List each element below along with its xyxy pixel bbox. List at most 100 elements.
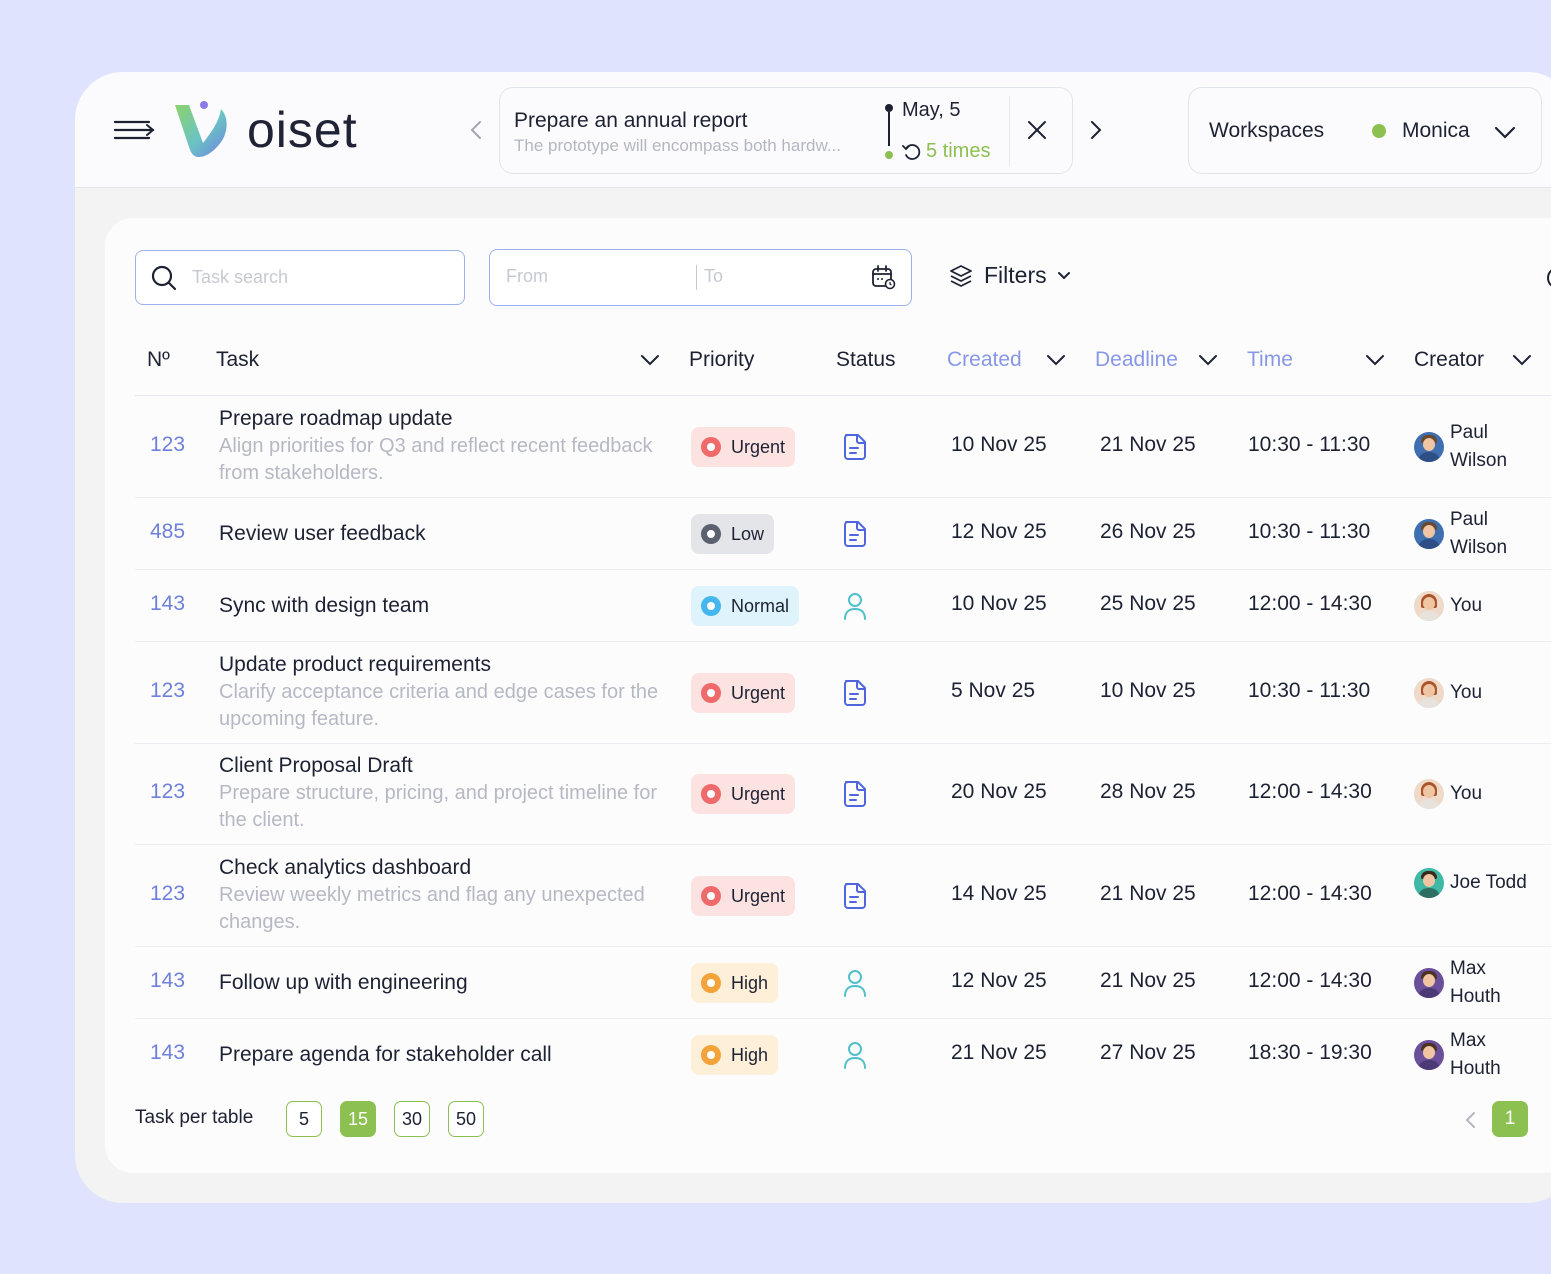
date-range-picker[interactable]: [489, 249, 912, 306]
creator: Paul Wilson: [1414, 506, 1530, 562]
calendar-icon[interactable]: [870, 264, 896, 290]
column-number: Nº: [147, 348, 170, 371]
creator-name: You: [1450, 595, 1483, 616]
status-cell[interactable]: [839, 518, 871, 550]
next-reminder-button[interactable]: [1085, 116, 1107, 144]
per-page-option-30[interactable]: 30: [394, 1101, 430, 1137]
per-page-option-5[interactable]: 5: [286, 1101, 322, 1137]
column-deadline[interactable]: Deadline: [1095, 348, 1218, 372]
task-title: Update product requirements: [219, 653, 491, 676]
priority-badge: High: [691, 1035, 779, 1075]
online-status-dot: [1372, 124, 1386, 138]
document-icon: [844, 883, 866, 909]
user-icon: [844, 593, 866, 620]
page-button-current[interactable]: 1: [1492, 1101, 1528, 1137]
per-page-option-15[interactable]: 15: [340, 1101, 376, 1137]
time-range: 12:00 - 14:30: [1248, 969, 1372, 992]
chevron-down-icon: [1057, 271, 1070, 279]
document-icon: [844, 521, 866, 547]
table-row[interactable]: 143 Sync with design team Normal 10 Nov …: [135, 570, 1551, 642]
app-window: oiset Prepare an annual report The proto…: [75, 72, 1551, 1203]
creator-name: You: [1450, 682, 1483, 703]
time-range: 12:00 - 14:30: [1248, 882, 1372, 905]
created-date: 21 Nov 25: [951, 1041, 1047, 1064]
priority-label: Normal: [731, 595, 790, 616]
priority-badge: High: [691, 963, 779, 1003]
column-creator[interactable]: Creator: [1414, 348, 1532, 372]
priority-badge: Urgent: [691, 774, 796, 814]
priority-label: Urgent: [731, 436, 786, 457]
created-date: 20 Nov 25: [951, 780, 1047, 803]
task-description: Align priorities for Q3 and reflect rece…: [219, 435, 653, 484]
reminder-card[interactable]: Prepare an annual report The prototype w…: [499, 87, 1073, 174]
table-row[interactable]: 123 Update product requirements Clarify …: [135, 642, 1551, 744]
per-page-option-50[interactable]: 50: [448, 1101, 484, 1137]
column-creator-label: Creator: [1414, 348, 1485, 371]
workspace-selector[interactable]: Workspaces Monica: [1188, 87, 1542, 174]
date-to-input[interactable]: [704, 266, 854, 287]
task-title: Sync with design team: [219, 594, 430, 617]
status-cell[interactable]: [839, 1039, 871, 1071]
status-cell[interactable]: [839, 778, 871, 810]
table-header: Nº Task Priority Status Created Deadline…: [135, 336, 1551, 396]
table-row[interactable]: 123 Client Proposal Draft Prepare struct…: [135, 744, 1551, 845]
avatar: [1414, 519, 1444, 549]
date-from-input[interactable]: [506, 266, 686, 287]
status-cell[interactable]: [839, 967, 871, 999]
task-title: Prepare roadmap update: [219, 407, 453, 430]
creator-name: Max Houth: [1450, 1030, 1501, 1079]
filters-button[interactable]: Filters: [948, 262, 1071, 289]
document-icon: [844, 781, 866, 807]
priority-badge: Normal: [691, 586, 800, 626]
avatar: [1414, 779, 1444, 809]
task-cell: Client Proposal Draft Prepare structure,…: [219, 752, 659, 834]
table-row[interactable]: 485 Review user feedback Low 12 Nov 25 2…: [135, 498, 1551, 570]
task-number: 123: [150, 679, 186, 702]
reminder-repeat-count: 5 times: [926, 140, 991, 162]
priority-label: High: [731, 972, 769, 993]
creator: You: [1414, 678, 1530, 708]
column-task[interactable]: Task: [216, 348, 660, 372]
reminder-repeat: 5 times: [902, 140, 990, 163]
task-title: Client Proposal Draft: [219, 754, 413, 777]
column-status: Status: [836, 348, 896, 371]
priority-label: Low: [731, 523, 765, 544]
task-panel: Filters Nº Task Priority Status Created …: [105, 218, 1551, 1173]
task-search[interactable]: [135, 250, 465, 305]
task-description: Prepare structure, pricing, and project …: [219, 782, 657, 831]
status-cell[interactable]: [839, 677, 871, 709]
task-description: Clarify acceptance criteria and edge cas…: [219, 681, 659, 730]
deadline-date: 28 Nov 25: [1100, 780, 1196, 803]
previous-reminder-button[interactable]: [465, 116, 487, 144]
reminder-subtitle: The prototype will encompass both hardw.…: [514, 136, 841, 155]
task-number: 143: [150, 592, 186, 615]
status-cell[interactable]: [839, 431, 871, 463]
created-date: 5 Nov 25: [951, 679, 1036, 702]
menu-icon[interactable]: [113, 116, 157, 146]
deadline-date: 21 Nov 25: [1100, 969, 1196, 992]
clock-icon[interactable]: [1542, 264, 1551, 292]
priority-dot: [701, 524, 721, 544]
status-cell[interactable]: [839, 590, 871, 622]
table-row[interactable]: 123 Prepare roadmap update Align priorit…: [135, 397, 1551, 498]
user-icon: [844, 1042, 866, 1069]
column-created[interactable]: Created: [947, 348, 1066, 372]
creator: Max Houth: [1414, 1027, 1530, 1083]
close-icon[interactable]: [1025, 118, 1049, 142]
deadline-date: 10 Nov 25: [1100, 679, 1196, 702]
task-description: Review weekly metrics and flag any unexp…: [219, 884, 645, 933]
column-time[interactable]: Time: [1247, 348, 1385, 372]
task-cell: Check analytics dashboard Review weekly …: [219, 854, 659, 936]
time-range: 10:30 - 11:30: [1248, 520, 1371, 543]
created-date: 12 Nov 25: [951, 520, 1047, 543]
status-cell[interactable]: [839, 880, 871, 912]
table-row[interactable]: 143 Prepare agenda for stakeholder call …: [135, 1019, 1551, 1091]
table-row[interactable]: 143 Follow up with engineering High 12 N…: [135, 947, 1551, 1019]
layers-icon: [950, 264, 972, 287]
chevron-left-icon[interactable]: [1462, 1108, 1480, 1132]
search-input[interactable]: [192, 267, 452, 288]
created-date: 14 Nov 25: [951, 882, 1047, 905]
time-range: 10:30 - 11:30: [1248, 433, 1371, 456]
table-row[interactable]: 123 Check analytics dashboard Review wee…: [135, 845, 1551, 947]
chevron-down-icon: [1365, 355, 1384, 366]
